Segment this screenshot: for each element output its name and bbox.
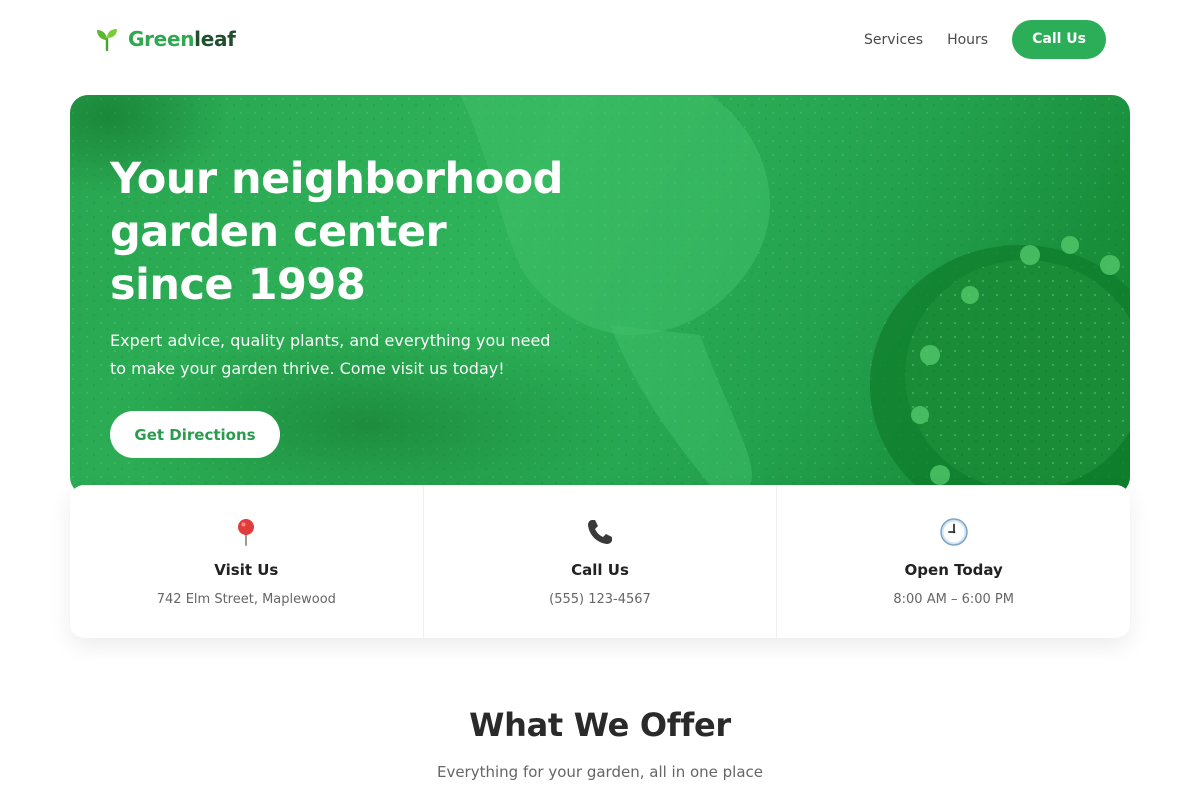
nav-link-hours[interactable]: Hours <box>947 21 988 59</box>
logo[interactable]: Greenleaf <box>94 26 236 52</box>
phone-icon <box>424 517 777 547</box>
info-title: Visit Us <box>214 561 279 579</box>
logo-text-dark: leaf <box>194 27 236 51</box>
info-visit: Visit Us 742 Elm Street, Maplewood <box>70 485 423 638</box>
map-pin-icon <box>70 517 423 547</box>
main-nav: Services Hours Call Us <box>864 20 1106 59</box>
hours-text: 8:00 AM – 6:00 PM <box>893 592 1014 607</box>
hero-title-line: garden center <box>110 207 447 257</box>
info-call: Call Us (555) 123-4567 <box>422 485 777 638</box>
phone-number-text[interactable]: (555) 123-4567 <box>424 592 777 607</box>
info-title: Open Today <box>904 561 1003 579</box>
clock-icon <box>777 517 1130 547</box>
hero-title-line: since 1998 <box>110 260 366 310</box>
info-title: Call Us <box>571 561 629 579</box>
contact-info-card: Visit Us 742 Elm Street, Maplewood Call … <box>70 485 1130 638</box>
logo-text-green: Green <box>128 27 195 51</box>
info-hours: Open Today 8:00 AM – 6:00 PM <box>776 485 1130 638</box>
site-header: Greenleaf Services Hours Call Us <box>0 0 1200 78</box>
section-title: What We Offer <box>469 706 731 744</box>
seedling-icon <box>97 29 117 52</box>
address-text: 742 Elm Street, Maplewood <box>156 592 336 607</box>
nav-link-services[interactable]: Services <box>864 21 923 59</box>
hero-banner: Your neighborhood garden center since 19… <box>70 95 1130 495</box>
logo-text: Greenleaf <box>128 26 236 52</box>
get-directions-button[interactable]: Get Directions <box>110 411 280 458</box>
hero-title-line: Your neighborhood <box>110 154 563 204</box>
hero-title: Your neighborhood garden center since 19… <box>110 153 670 312</box>
hero-subtitle: Expert advice, quality plants, and every… <box>110 331 551 378</box>
call-us-button[interactable]: Call Us <box>1012 20 1106 59</box>
section-subtitle: Everything for your garden, all in one p… <box>436 763 764 781</box>
